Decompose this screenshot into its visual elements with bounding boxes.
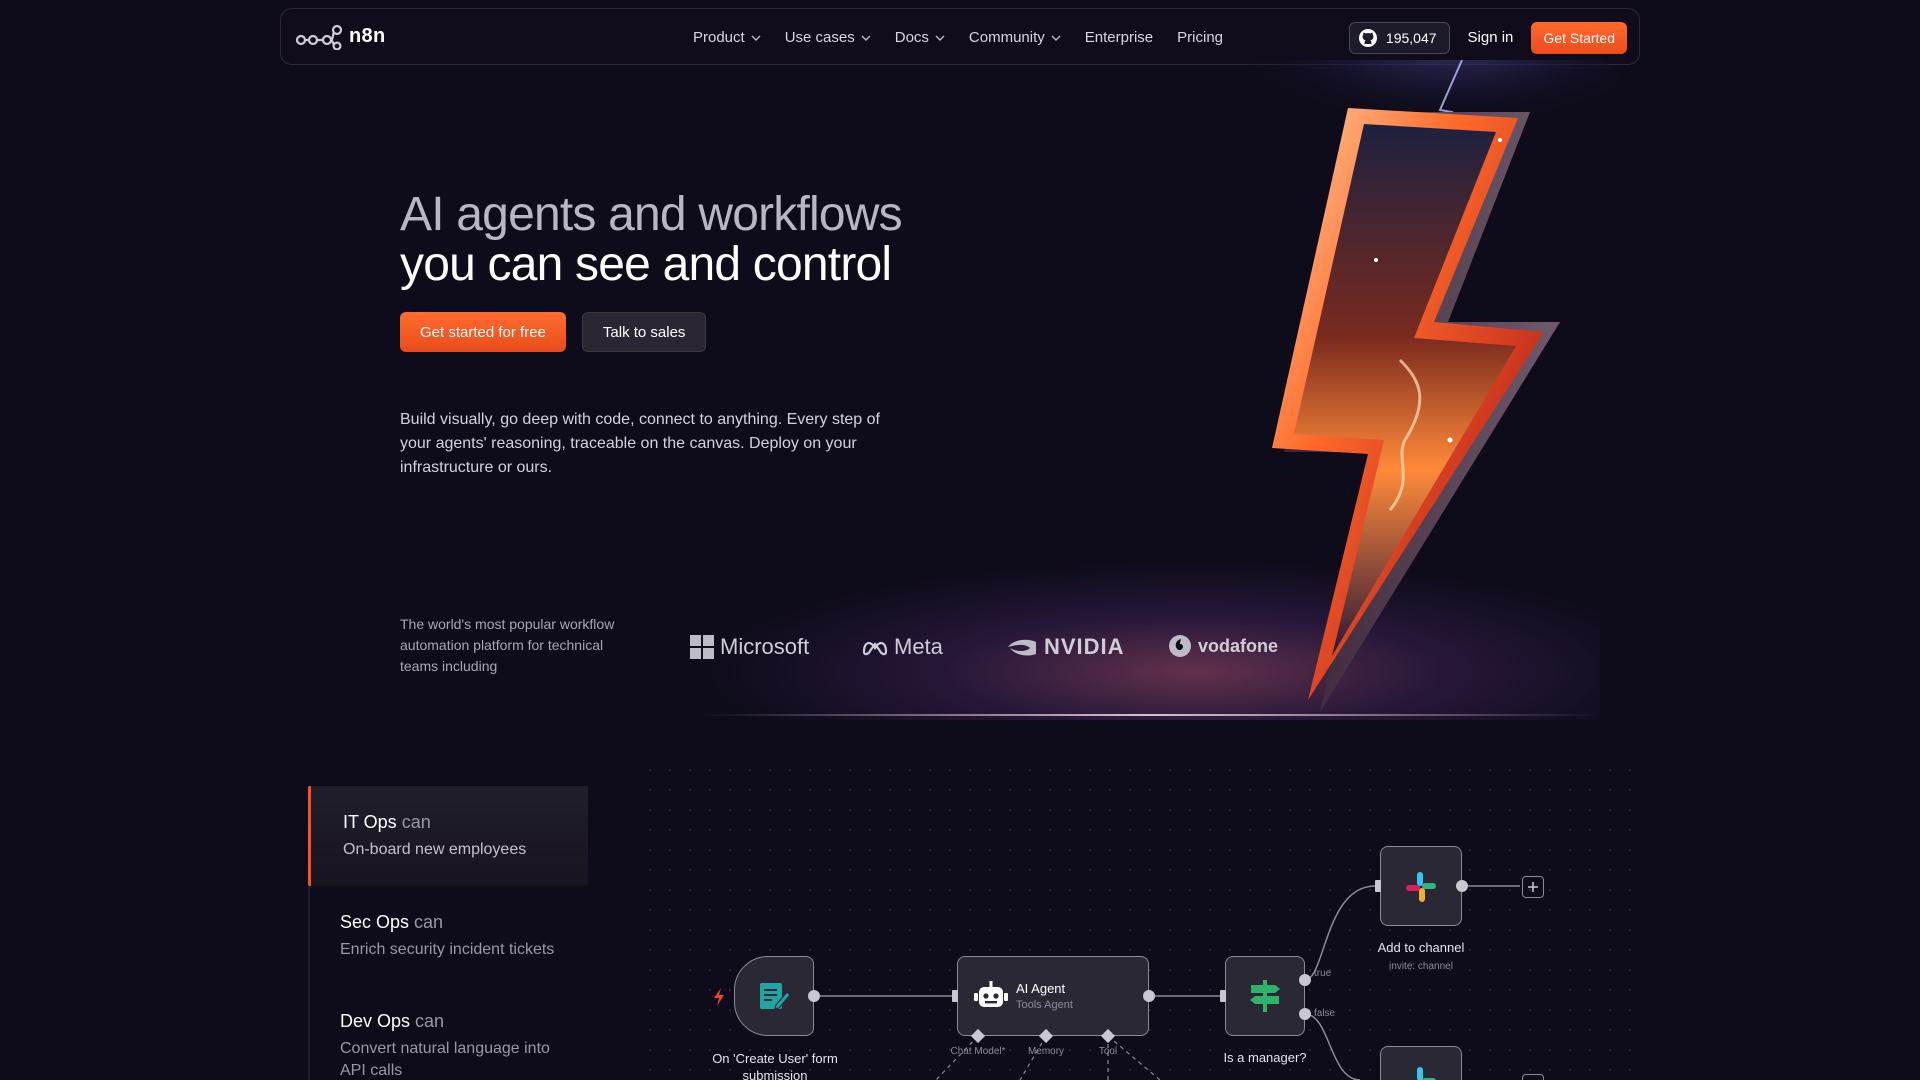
chevron-down-icon xyxy=(1051,35,1061,41)
ai-agent-node[interactable]: AI Agent Tools Agent xyxy=(957,956,1149,1036)
trigger-output-port[interactable] xyxy=(808,990,820,1002)
workflow-canvas[interactable]: On 'Create User' form submission AI Agen… xyxy=(640,760,1640,1080)
trust-statement: The world's most popular workflow automa… xyxy=(400,616,615,674)
form-icon xyxy=(760,983,791,1010)
brand-meta-label: Meta xyxy=(894,634,943,659)
ai-agent-subtitle: Tools Agent xyxy=(1016,999,1073,1011)
nav-docs[interactable]: Docs xyxy=(895,29,945,46)
get-started-button[interactable]: Get Started xyxy=(1531,21,1627,54)
hero-title-line2: you can see and control xyxy=(400,238,892,291)
n8n-logo[interactable]: n8n xyxy=(295,24,385,50)
brand-nvidia: NVIDIA xyxy=(1006,634,1125,660)
brand-vodafone-label: vodafone xyxy=(1198,635,1279,656)
microsoft-logo-icon xyxy=(690,635,714,659)
hero-title: AI agents and workflows you can see and … xyxy=(400,190,960,290)
condition-node[interactable] xyxy=(1225,956,1305,1036)
condition-input-port[interactable] xyxy=(1220,990,1226,1002)
brand-nvidia-label: NVIDIA xyxy=(1044,634,1125,659)
condition-true-port[interactable] xyxy=(1299,974,1311,986)
top-navigation: n8n Product Use cases Docs Community Ent… xyxy=(280,8,1640,65)
chevron-down-icon xyxy=(935,35,945,41)
lightning-bolt-illustration xyxy=(1200,20,1630,720)
brand-microsoft-label: Microsoft xyxy=(720,634,810,659)
github-icon xyxy=(1358,28,1377,47)
use-case-can: can xyxy=(415,1011,445,1031)
logo-wordmark: n8n xyxy=(349,25,386,47)
nvidia-logo-icon xyxy=(1008,639,1036,656)
nav-pricing-label: Pricing xyxy=(1177,29,1224,46)
n8n-logo-icon xyxy=(295,24,343,50)
robot-icon xyxy=(974,981,1008,1007)
nav-links: Product Use cases Docs Community Enterpr… xyxy=(693,9,1223,66)
slack-icon xyxy=(1417,1067,1436,1080)
hero-title-line1: AI agents and workflows xyxy=(400,188,903,241)
ai-agent-input-port[interactable] xyxy=(952,990,958,1002)
github-stars-button[interactable]: 195,047 xyxy=(1348,21,1450,54)
trigger-node-label: On 'Create User' form submission xyxy=(712,1051,838,1080)
nav-community[interactable]: Community xyxy=(969,29,1061,46)
use-case-team: Sec Ops xyxy=(340,912,410,932)
nav-pricing[interactable]: Pricing xyxy=(1177,29,1223,46)
nav-docs-label: Docs xyxy=(894,29,929,46)
meta-logo-icon xyxy=(862,642,888,656)
port-tool-label: Tool xyxy=(1098,1046,1118,1057)
use-case-team: IT Ops xyxy=(343,812,397,832)
nav-actions: 195,047 Sign in Get Started xyxy=(1348,9,1627,66)
branch-true-label: true xyxy=(1314,968,1332,979)
github-stars-count: 195,047 xyxy=(1385,29,1437,46)
nav-use-cases-label: Use cases xyxy=(784,29,855,46)
slack-node[interactable] xyxy=(1380,846,1462,926)
use-case-can: can xyxy=(414,912,444,932)
nav-enterprise[interactable]: Enterprise xyxy=(1085,29,1153,46)
port-memory-label: Memory xyxy=(1027,1046,1065,1057)
slack-icon xyxy=(1406,872,1436,902)
signpost-icon xyxy=(1250,980,1280,1012)
trigger-node[interactable] xyxy=(734,956,814,1036)
nav-product[interactable]: Product xyxy=(693,29,761,46)
condition-false-port[interactable] xyxy=(1299,1008,1311,1020)
use-case-task: Enrich security incident tickets xyxy=(340,941,555,958)
talk-to-sales-button[interactable]: Talk to sales xyxy=(581,312,707,352)
use-case-heading: IT Ops can xyxy=(343,812,588,833)
lightning-bolt-icon xyxy=(1230,20,1630,712)
slack-input-port[interactable] xyxy=(1375,880,1381,892)
brand-vodafone: vodafone xyxy=(1168,634,1278,658)
brand-microsoft: Microsoft xyxy=(690,634,809,660)
add-node-button[interactable] xyxy=(1522,876,1544,898)
use-case-can: can xyxy=(401,812,431,832)
plus-icon xyxy=(1528,882,1538,892)
slack-output-port[interactable] xyxy=(1456,880,1468,892)
trigger-bolt-icon xyxy=(714,988,724,1006)
hero-cta-group: Get started for free Talk to sales xyxy=(400,312,707,352)
nav-enterprise-label: Enterprise xyxy=(1084,29,1154,46)
slack-node-subtitle: invite: channel xyxy=(1389,961,1453,972)
ai-agent-output-port[interactable] xyxy=(1143,990,1155,1002)
use-case-it-ops[interactable]: IT Ops can On-board new employees xyxy=(308,786,588,886)
get-started-free-button[interactable]: Get started for free xyxy=(400,312,566,352)
condition-node-label: Is a manager? xyxy=(1223,1050,1307,1065)
branch-false-label: false xyxy=(1314,1008,1336,1019)
hero-description: Build visually, go deep with code, conne… xyxy=(400,411,880,476)
slack-node-secondary[interactable] xyxy=(1380,1046,1462,1080)
sign-in-link[interactable]: Sign in xyxy=(1468,29,1514,46)
brand-meta: Meta xyxy=(862,634,943,660)
slack-node-label: Add to channel xyxy=(1377,940,1465,955)
nav-product-label: Product xyxy=(693,29,745,46)
chevron-down-icon xyxy=(751,35,761,41)
add-node-button-secondary[interactable] xyxy=(1522,1074,1544,1080)
chevron-down-icon xyxy=(861,35,871,41)
use-case-team: Dev Ops xyxy=(340,1011,411,1031)
use-case-task: On-board new employees xyxy=(343,841,527,858)
ai-agent-title: AI Agent xyxy=(1016,981,1066,996)
nav-use-cases[interactable]: Use cases xyxy=(785,29,871,46)
use-case-dev-ops[interactable]: Dev Ops can Convert natural language int… xyxy=(308,1011,568,1080)
port-chat-model-label: Chat Model* xyxy=(950,1046,1006,1057)
use-case-task: Convert natural language into API calls xyxy=(340,1040,550,1079)
nav-community-label: Community xyxy=(968,29,1045,46)
use-case-heading: Dev Ops can xyxy=(340,1011,568,1032)
use-case-sec-ops[interactable]: Sec Ops can Enrich security incident tic… xyxy=(308,912,588,961)
use-case-heading: Sec Ops can xyxy=(340,912,588,933)
vodafone-logo-icon xyxy=(1169,635,1191,657)
